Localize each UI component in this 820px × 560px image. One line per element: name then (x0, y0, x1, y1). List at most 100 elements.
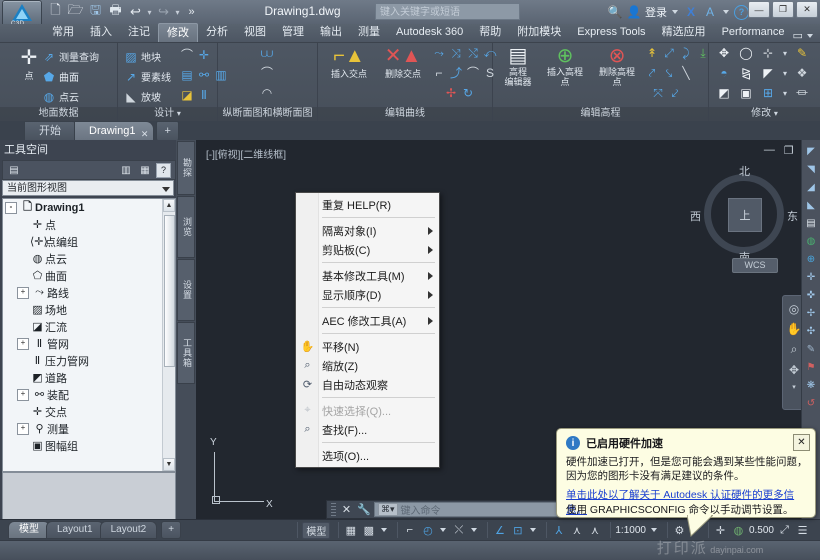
command-settings-icon[interactable]: 🔧 (357, 503, 370, 516)
view-cube[interactable]: 上 北 南 西 东 (696, 166, 792, 262)
panel-title-design[interactable]: 设计 ▾ (118, 107, 217, 121)
report-icon[interactable]: ▤ (804, 216, 819, 231)
context-menu-item[interactable]: ⟳自由动态观察 (296, 375, 439, 394)
model-space-button[interactable]: 模型 (302, 522, 330, 539)
wcs-selector[interactable]: WCS (732, 258, 778, 273)
analysis-icon[interactable]: ❋ (804, 378, 819, 393)
ribbon-tab-help[interactable]: 帮助 (471, 23, 509, 42)
tree-item-node[interactable]: ▨场地 (3, 301, 175, 318)
tree-item-node[interactable]: ⬠曲面 (3, 267, 175, 284)
annotate-icon[interactable]: ⚑ (804, 360, 819, 375)
exchange-icon[interactable]: X (683, 4, 699, 20)
tree-scrollbar[interactable]: ▲ ▼ (162, 199, 175, 471)
orbit-icon[interactable]: ✥ (789, 363, 799, 377)
tree-item-node[interactable]: ✛点 (3, 216, 175, 233)
command-line-drag-handle[interactable] (331, 503, 336, 516)
geolocation-icon[interactable]: ◍ (804, 234, 819, 249)
palette-tab-prospector[interactable]: 勘探 (177, 141, 195, 195)
array-chevron-icon[interactable]: ▾ (783, 89, 787, 98)
redo-dropdown-icon[interactable]: ▾ (174, 8, 181, 17)
close-icon[interactable]: ✕ (141, 125, 149, 143)
customization-icon[interactable]: ☰ (795, 523, 810, 538)
volume-tools-icon[interactable]: ◥ (804, 162, 819, 177)
delete-pi-button[interactable]: ✕▲ 删除交点 (376, 45, 430, 80)
curve-tools-row2[interactable]: ⌐ ⤴ ⌒ S (432, 67, 497, 79)
context-menu-item[interactable]: 基本修改工具(M) (296, 266, 439, 285)
compass-north-label[interactable]: 北 (739, 163, 750, 179)
ribbon-tab-output[interactable]: 输出 (312, 23, 350, 42)
ribbon-tab-modify[interactable]: 修改 (158, 23, 198, 42)
alignment-tools-row1[interactable]: ⌒ ✛ (180, 49, 211, 61)
open-icon[interactable]: 🗁 (66, 3, 85, 22)
close-button[interactable]: ✕ (796, 1, 818, 18)
context-menu-item[interactable]: ✋平移(N) (296, 337, 439, 356)
palette-tab-settings[interactable]: 设置 (177, 259, 195, 321)
ortho-icon[interactable]: ⌐ (402, 523, 417, 538)
tree-item-node[interactable]: +Ⅱ管网 (3, 335, 175, 352)
ribbon-tab-featured-apps[interactable]: 精选应用 (654, 23, 714, 42)
viewport-label[interactable]: [-][俯视][二维线框] (206, 146, 286, 161)
new-tab-button[interactable]: + (156, 121, 178, 140)
elevation-tools-row2[interactable]: ⤤ ⤥ ╲ (645, 67, 693, 79)
ribbon-minimize-control[interactable]: ▭ (793, 29, 820, 42)
modify-row3[interactable]: ◩ ▣ ⊞ ▾ ⏛ (717, 87, 809, 99)
point-edit-icon[interactable]: ✜ (804, 288, 819, 303)
zoom-extents-icon[interactable]: ⌕ (791, 342, 798, 357)
isolate-objects-icon[interactable]: ✛ (713, 523, 728, 538)
scroll-up-icon[interactable]: ▲ (163, 199, 175, 212)
stretch-chevron-icon[interactable]: ▾ (783, 49, 787, 58)
context-menu-item[interactable]: 隔离对象(I) (296, 221, 439, 240)
profileview-button[interactable]: ⌒ (260, 67, 274, 79)
tree-item-node[interactable]: ⟨✛⟩点编组 (3, 233, 175, 250)
insert-elevation-point-button[interactable]: ⊕ 插入高程点 (539, 45, 591, 87)
annotation-scale-icon[interactable]: ⋏ (587, 523, 602, 538)
properties-icon[interactable]: ▦ (137, 163, 153, 178)
user-avatar-icon[interactable]: 👤 (626, 4, 642, 20)
layout-tab-layout1[interactable]: Layout1 (46, 521, 104, 539)
pan-hand-icon[interactable]: ✋ (787, 322, 802, 336)
autodesk-chevron-icon[interactable] (723, 10, 729, 14)
grid-display-icon[interactable]: ▦ (343, 523, 358, 538)
elevation-tools-row1[interactable]: ↟ ⤢ ⤸ ⤓ (645, 47, 710, 59)
undo-dropdown-icon[interactable]: ▾ (146, 8, 153, 17)
command-prompt-icon[interactable]: ⌘▾ (378, 503, 398, 516)
chevron-down-icon[interactable] (162, 187, 170, 192)
signin-chevron-icon[interactable] (672, 10, 678, 14)
toolspace-toggle-icon[interactable]: ▤ (6, 163, 22, 178)
file-tab-start[interactable]: 开始 (24, 121, 80, 140)
expand-icon[interactable]: + (17, 287, 29, 299)
signin-label[interactable]: 登录 (645, 4, 667, 20)
navbar-chevron-icon[interactable]: ▾ (792, 383, 796, 391)
globe-icon[interactable]: ⊕ (804, 252, 819, 267)
ucs-chevron-icon[interactable] (530, 528, 536, 532)
graphics-perf-icon[interactable]: ◍ (731, 523, 746, 538)
ribbon-tab-analyze[interactable]: 分析 (198, 23, 236, 42)
scroll-down-icon[interactable]: ▼ (163, 458, 175, 471)
featureline-button[interactable]: ↗ 要素线 (124, 69, 171, 84)
ribbon-tab-express-tools[interactable]: Express Tools (569, 23, 653, 42)
tree-item-node[interactable]: ✛交点 (3, 403, 175, 420)
view-selector-dropdown[interactable]: 当前图形视图 (2, 180, 174, 196)
tree-item-node[interactable]: +⚲测量 (3, 420, 175, 437)
context-menu-item[interactable]: ⌕查找(F)... (296, 420, 439, 439)
expand-icon[interactable]: + (17, 389, 29, 401)
redo-icon[interactable]: ↪ (154, 3, 173, 22)
ribbon-tab-survey[interactable]: 测量 (350, 23, 388, 42)
undo-icon[interactable]: ↩ (126, 3, 145, 22)
clean-screen-icon[interactable]: ⤢ (777, 523, 792, 538)
tree-item-node[interactable]: ◍点云 (3, 250, 175, 267)
ribbon-tab-annotate[interactable]: 注记 (120, 23, 158, 42)
viewport-minimize-icon[interactable]: — (764, 144, 775, 157)
tree-item-node[interactable]: +⤳路线 (3, 284, 175, 301)
watershed-tools-icon[interactable]: ◣ (804, 198, 819, 213)
elevation-tools-row3[interactable]: ⤧ ⤦ (651, 87, 682, 99)
surface-button[interactable]: ⬟ 曲面 (42, 69, 79, 84)
ribbon-collapse-chevron-icon[interactable] (807, 34, 813, 38)
save-icon[interactable]: 🖫 (86, 3, 105, 22)
grading-button[interactable]: ◣ 放坡 (124, 89, 161, 104)
new-icon[interactable]: 🗋 (46, 3, 65, 22)
layout-tab-model[interactable]: 模型 (8, 521, 50, 539)
autodesk-icon[interactable]: A (702, 4, 718, 20)
context-menu-item[interactable]: 显示顺序(D) (296, 285, 439, 304)
context-menu-item[interactable]: 选项(O)... (296, 446, 439, 465)
